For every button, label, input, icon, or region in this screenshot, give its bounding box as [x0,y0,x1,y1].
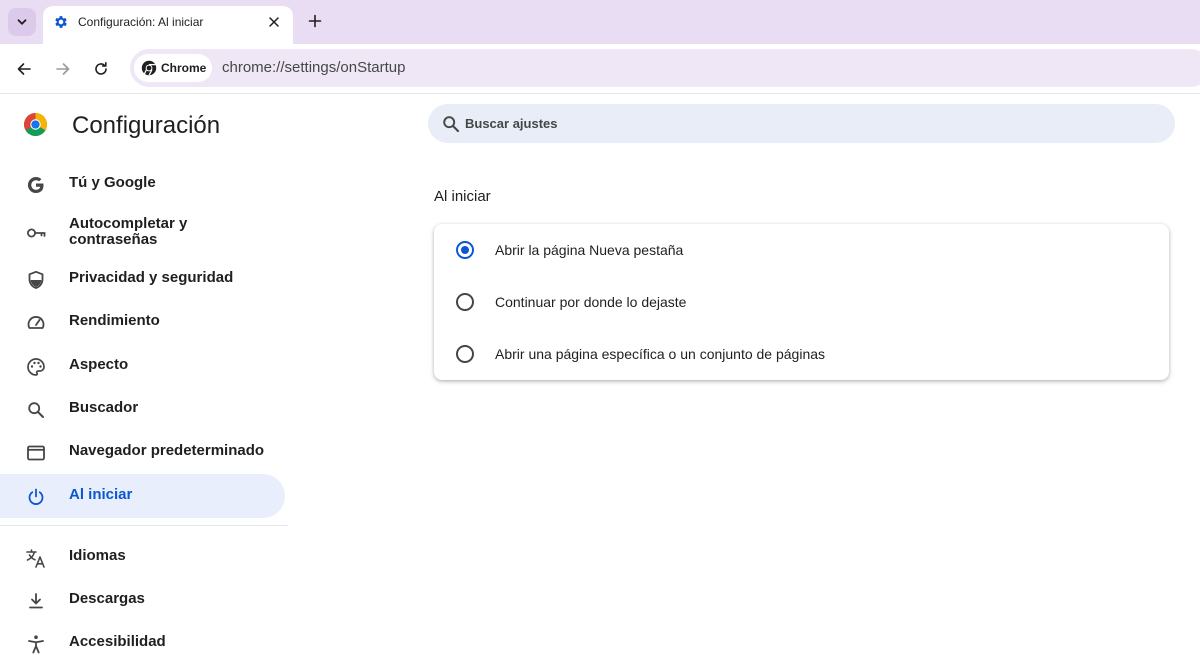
radio-button[interactable] [456,345,474,363]
tab-close-button[interactable] [265,13,283,31]
key-icon [25,222,47,244]
chrome-logo-icon [24,113,47,136]
option-label: Continuar por donde lo dejaste [495,294,687,310]
settings-gear-icon [55,16,67,28]
sidebar-item-label: Accesibilidad [69,633,166,650]
active-tab[interactable]: Configuración: Al iniciar [43,6,293,44]
speedometer-icon [25,312,47,334]
search-icon [443,116,460,133]
forward-button[interactable] [50,56,76,82]
palette-icon [25,356,47,378]
sidebar-item-label: Navegador predeterminado [69,442,265,459]
option-label: Abrir una página específica o un conjunt… [495,346,826,362]
sidebar-item-label: Descargas [69,590,145,607]
startup-options-card: Abrir la página Nueva pestaña Continuar … [434,224,1169,380]
accessibility-icon [25,633,47,655]
arrow-left-icon [17,63,31,75]
close-icon [269,17,279,27]
sidebar-item-label: Autocompletar y contraseñas [69,215,188,248]
translate-icon [25,547,47,569]
sidebar-item-autofill[interactable]: Autocompletar y contraseñas [0,210,285,254]
radio-button-selected[interactable] [456,241,474,259]
sidebar-item-on-startup[interactable]: Al iniciar [0,474,285,518]
url-text: chrome://settings/onStartup [222,59,406,76]
tab-title: Configuración: Al iniciar [78,15,204,29]
radio-button[interactable] [456,293,474,311]
google-icon [25,174,47,196]
sidebar-item-label: Tú y Google [69,174,156,191]
section-title: Al iniciar [434,188,491,205]
chip-label: Chrome [161,61,207,75]
sidebar-item-label: Aspecto [69,356,129,373]
reload-button[interactable] [88,56,114,82]
new-tab-button[interactable] [304,10,326,32]
plus-icon [308,14,322,28]
toolbar: Chrome chrome://settings/onStartup [0,44,1200,94]
settings-title: Configuración [72,112,221,139]
settings-search-input[interactable]: Buscar ajustes [428,104,1175,143]
chevron-down-icon [17,19,27,25]
power-icon [25,486,47,508]
tab-strip: Configuración: Al iniciar [0,0,1200,44]
sidebar-item-accessibility[interactable]: Accesibilidad [0,621,285,665]
sidebar-item-label: Buscador [69,399,139,416]
sidebar-item-default-browser[interactable]: Navegador predeterminado [0,430,285,474]
arrow-right-icon [56,63,70,75]
startup-option-specific-pages[interactable]: Abrir una página específica o un conjunt… [434,328,1169,380]
sidebar-item-search-engine[interactable]: Buscador [0,387,285,431]
startup-option-continue[interactable]: Continuar por donde lo dejaste [434,276,1169,328]
sidebar-item-label: Privacidad y seguridad [69,269,234,286]
address-bar[interactable]: Chrome chrome://settings/onStartup [130,49,1200,87]
sidebar-divider [0,525,288,526]
tab-search-button[interactable] [8,8,36,36]
sidebar-item-privacy[interactable]: Privacidad y seguridad [0,257,285,301]
site-info-chip[interactable]: Chrome [134,54,212,82]
back-button[interactable] [11,56,37,82]
option-label: Abrir la página Nueva pestaña [495,242,684,258]
search-placeholder: Buscar ajustes [465,116,558,131]
sidebar-item-label: Rendimiento [69,312,160,329]
download-icon [25,590,47,612]
sidebar-item-appearance[interactable]: Aspecto [0,344,285,388]
shield-icon [25,269,47,291]
reload-icon [95,62,107,75]
sidebar-item-label: Al iniciar [69,486,133,503]
search-icon [25,399,47,421]
startup-option-new-tab[interactable]: Abrir la página Nueva pestaña [434,224,1169,276]
browser-window-icon [25,442,47,464]
sidebar-item-label: Idiomas [69,547,126,564]
chrome-logo-icon [141,60,157,76]
sidebar-item-languages[interactable]: Idiomas [0,535,285,579]
sidebar-item-you-and-google[interactable]: Tú y Google [0,162,285,206]
sidebar-item-performance[interactable]: Rendimiento [0,300,285,344]
sidebar-item-downloads[interactable]: Descargas [0,578,285,622]
